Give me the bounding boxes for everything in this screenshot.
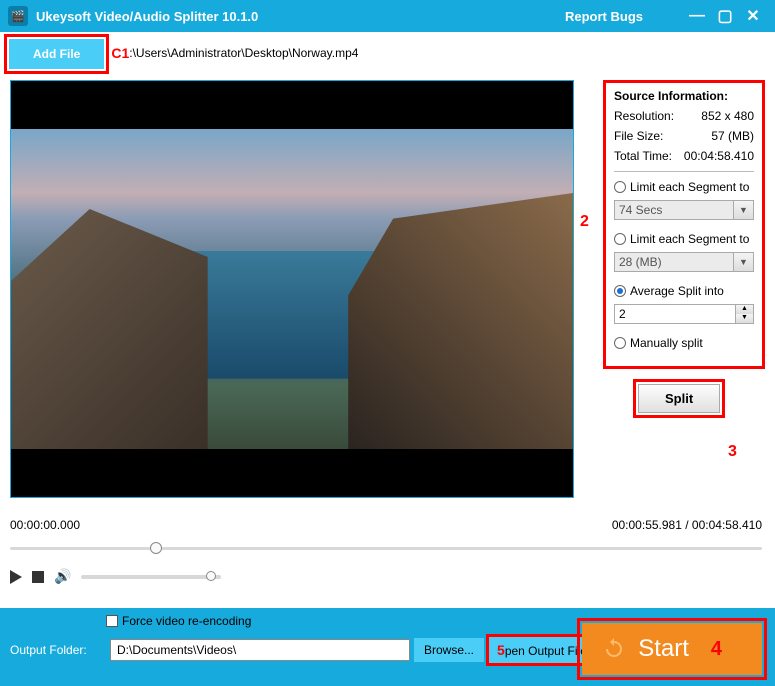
video-preview[interactable] xyxy=(10,80,574,498)
force-reencode-label: Force video re-encoding xyxy=(122,614,251,628)
filesize-value: 57 (MB) xyxy=(711,129,754,143)
source-info-panel: Source Information: Resolution: 852 x 480… xyxy=(603,80,765,369)
radio-limit-secs-label: Limit each Segment to xyxy=(630,180,749,194)
annotation-label-1: C1 xyxy=(111,45,129,61)
add-file-button[interactable]: Add File xyxy=(9,39,104,69)
start-button-label: Start xyxy=(638,635,689,663)
start-button[interactable]: Start 4 xyxy=(582,623,762,675)
annotation-label-4: 4 xyxy=(711,638,722,661)
browse-button[interactable]: Browse... xyxy=(414,638,484,662)
seek-thumb[interactable] xyxy=(150,542,162,554)
force-reencode-checkbox[interactable] xyxy=(106,615,118,627)
minimize-button[interactable]: — xyxy=(683,7,711,25)
stepper-down-icon[interactable]: ▼ xyxy=(736,314,753,323)
annotation-label-5: 5 xyxy=(497,642,505,658)
annotation-box-4: Start 4 xyxy=(577,618,767,680)
annotation-box-3: Split xyxy=(633,379,725,418)
source-info-header: Source Information: xyxy=(614,89,754,103)
playback-controls: 🔊 xyxy=(10,568,574,585)
time-row: 00:00:00.000 00:00:55.981 / 00:04:58.410 xyxy=(10,518,762,532)
maximize-button[interactable]: ▢ xyxy=(711,6,739,26)
totaltime-label: Total Time: xyxy=(614,149,672,163)
volume-thumb[interactable] xyxy=(206,571,216,581)
bottom-bar: Force video re-encoding Output Folder: B… xyxy=(0,608,775,686)
video-column xyxy=(10,80,587,498)
app-title: Ukeysoft Video/Audio Splitter 10.1.0 xyxy=(36,9,258,24)
side-column: Source Information: Resolution: 852 x 480… xyxy=(603,80,765,498)
time-display: 00:00:55.981 / 00:04:58.410 xyxy=(612,518,762,532)
file-path: C1 :\Users\Administrator\Desktop\Norway.… xyxy=(111,45,358,61)
radio-manual-split[interactable]: Manually split xyxy=(614,336,754,350)
volume-icon[interactable]: 🔊 xyxy=(54,568,71,585)
radio-manual-label: Manually split xyxy=(630,336,703,350)
limit-secs-combo[interactable]: ▼ xyxy=(614,200,754,220)
totaltime-value: 00:04:58.410 xyxy=(684,149,754,163)
annotation-box-1: Add File xyxy=(4,34,109,74)
radio-limit-secs[interactable]: Limit each Segment to xyxy=(614,180,754,194)
seek-slider[interactable] xyxy=(10,540,762,556)
play-icon[interactable] xyxy=(10,570,22,584)
radio-average-split[interactable]: Average Split into xyxy=(614,284,754,298)
resolution-label: Resolution: xyxy=(614,109,674,123)
average-split-stepper[interactable]: ▲▼ xyxy=(614,304,754,324)
time-start: 00:00:00.000 xyxy=(10,518,80,532)
top-row: Add File C1 :\Users\Administrator\Deskto… xyxy=(0,32,775,74)
titlebar: 🎬 Ukeysoft Video/Audio Splitter 10.1.0 R… xyxy=(0,0,775,32)
video-frame-image xyxy=(11,129,573,449)
chevron-down-icon[interactable]: ▼ xyxy=(734,252,754,272)
output-folder-label: Output Folder: xyxy=(10,643,106,657)
annotation-label-2: 2 xyxy=(580,213,589,231)
close-button[interactable]: ✕ xyxy=(739,6,767,26)
split-button[interactable]: Split xyxy=(638,384,720,413)
radio-limit-mb-label: Limit each Segment to xyxy=(630,232,749,246)
average-split-input[interactable] xyxy=(614,304,736,324)
output-folder-input[interactable] xyxy=(110,639,410,661)
limit-mb-input[interactable] xyxy=(614,252,734,272)
chevron-down-icon[interactable]: ▼ xyxy=(734,200,754,220)
app-logo-icon: 🎬 xyxy=(8,6,28,26)
volume-slider[interactable] xyxy=(81,575,221,579)
annotation-label-3: 3 xyxy=(728,443,737,461)
filesize-label: File Size: xyxy=(614,129,663,143)
main-area: Source Information: Resolution: 852 x 480… xyxy=(0,74,775,498)
stepper-up-icon[interactable]: ▲ xyxy=(736,305,753,314)
resolution-value: 852 x 480 xyxy=(701,109,754,123)
radio-limit-mb[interactable]: Limit each Segment to xyxy=(614,232,754,246)
file-path-text: :\Users\Administrator\Desktop\Norway.mp4 xyxy=(129,46,358,60)
report-bugs-link[interactable]: Report Bugs xyxy=(565,9,643,24)
refresh-icon xyxy=(602,637,626,661)
stop-icon[interactable] xyxy=(32,571,44,583)
limit-mb-combo[interactable]: ▼ xyxy=(614,252,754,272)
radio-average-label: Average Split into xyxy=(630,284,724,298)
limit-secs-input[interactable] xyxy=(614,200,734,220)
